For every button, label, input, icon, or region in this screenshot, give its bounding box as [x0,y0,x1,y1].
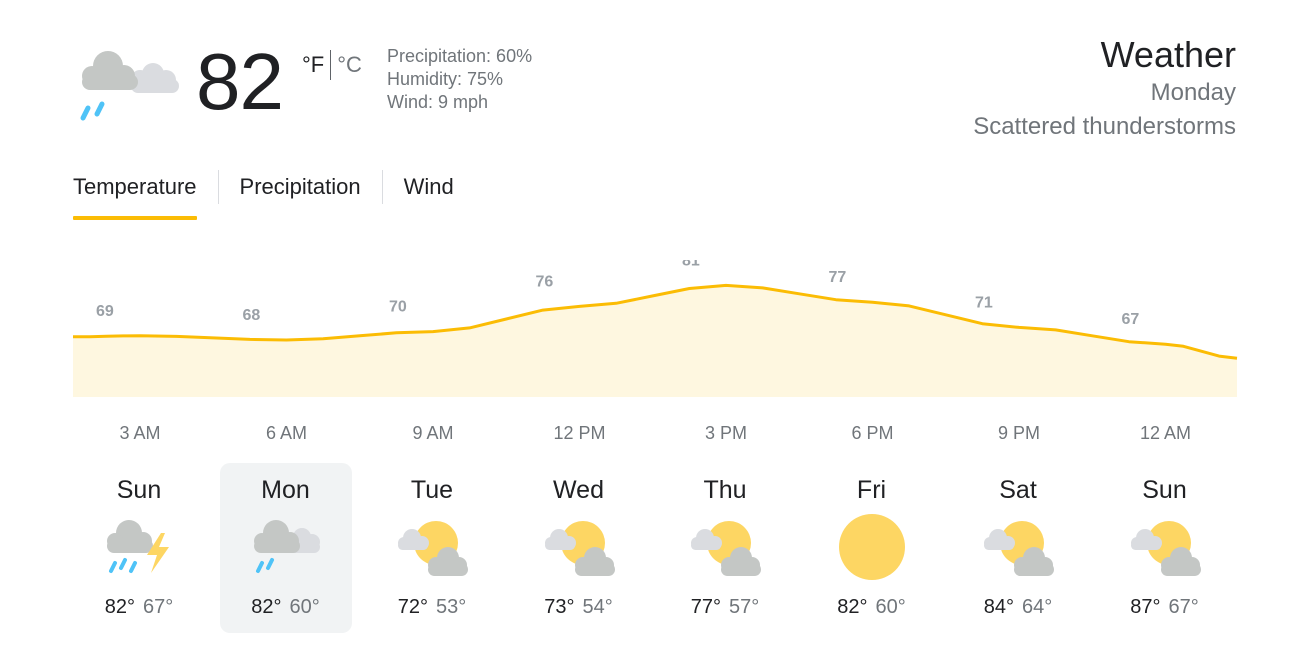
day-name: Sun [116,476,162,504]
precipitation-text: Precipitation: 60% [387,46,533,66]
high-temp: 73° [544,596,575,618]
sunny-icon [836,511,908,583]
day-temps: 82° 67° [73,594,205,620]
weather-header: Weather Monday Scattered thunderstorms [973,34,1236,144]
hour-label: 3 PM [704,423,748,443]
hour-label: 12 PM [553,423,606,443]
wind-text: Wind: 9 mph [387,92,489,112]
current-details: Precipitation: 60% Humidity: 75% Wind: 9… [387,45,532,114]
rain-cloud-icon [76,46,182,128]
tab-wind[interactable]: Wind [404,170,454,204]
rain-cloud-icon [250,511,322,583]
current-condition: Scattered thunderstorms [973,113,1236,140]
high-temp: 72° [397,596,428,618]
day-temps: 77° 57° [659,594,791,620]
forecast-day-thu[interactable]: Thu 77° 57° [659,463,791,633]
chart-data-label: 68 [243,307,261,324]
weather-title: Weather [1100,34,1236,75]
day-name: Sat [999,476,1037,504]
chart-area [73,285,1237,397]
low-temp: 67° [143,596,174,618]
partly-cloudy-icon [396,511,468,583]
hour-label: 9 AM [412,423,454,443]
low-temp: 64° [1022,596,1053,618]
hour-label: 3 AM [119,423,161,443]
day-temps: 72° 53° [366,594,498,620]
high-temp: 77° [690,596,721,618]
high-temp: 87° [1130,596,1161,618]
day-name: Wed [553,476,604,504]
tab-divider [381,170,383,204]
chart-data-label: 69 [96,303,114,320]
day-temps: 87° 67° [1099,594,1231,620]
day-name: Thu [703,476,747,504]
high-temp: 82° [837,596,868,618]
tab-temperature[interactable]: Temperature [73,170,197,220]
day-temps: 82° 60° [806,594,938,620]
chart-data-label: 76 [536,273,554,290]
chart-data-label: 67 [1122,311,1140,328]
day-temps: 73° 54° [513,594,645,620]
hour-label: 12 AM [1139,423,1192,443]
high-temp: 84° [983,596,1014,618]
hour-label: 6 PM [851,423,894,443]
forecast-day-wed[interactable]: Wed 73° 54° [513,463,645,633]
current-temperature: 82 [196,37,284,126]
temperature-chart: 69 68 70 76 81 77 71 67 [72,260,1238,397]
thunderstorm-icon [103,511,175,583]
partly-cloudy-icon [1129,511,1201,583]
chart-data-label: 77 [829,269,847,286]
celsius-toggle[interactable]: °C [337,51,362,79]
forecast-day-sun[interactable]: Sun 87° 67° [1099,463,1231,633]
tab-divider [217,170,219,204]
partly-cloudy-icon [982,511,1054,583]
tab-precipitation[interactable]: Precipitation [240,170,361,204]
current-day: Monday [1150,79,1236,106]
low-temp: 54° [582,596,613,618]
daily-forecast: Sun 82° 67° Mon 82° 60° Tue 72° 53° Wed … [67,463,1239,633]
partly-cloudy-icon [689,511,761,583]
forecast-day-sat[interactable]: Sat 84° 64° [952,463,1084,633]
forecast-day-sun[interactable]: Sun 82° 67° [73,463,205,633]
day-name: Fri [856,476,887,504]
low-temp: 60° [289,596,320,618]
low-temp: 57° [729,596,760,618]
day-name: Mon [261,476,310,504]
unit-toggle: °F °C [302,50,362,80]
hour-label: 9 PM [997,423,1041,443]
forecast-day-tue[interactable]: Tue 72° 53° [366,463,498,633]
unit-divider [330,50,332,80]
forecast-day-mon[interactable]: Mon 82° 60° [219,463,352,633]
low-temp: 60° [875,596,906,618]
high-temp: 82° [104,596,135,618]
day-temps: 84° 64° [952,594,1084,620]
low-temp: 67° [1168,596,1199,618]
chart-data-label: 71 [975,294,993,311]
humidity-text: Humidity: 75% [387,69,504,89]
low-temp: 53° [436,596,467,618]
day-name: Tue [410,476,454,504]
high-temp: 82° [251,596,282,618]
hour-label: 6 AM [265,423,308,443]
fahrenheit-toggle[interactable]: °F [302,51,324,79]
day-name: Sun [1142,476,1187,504]
day-temps: 82° 60° [220,594,352,620]
chart-tabs: Temperature Precipitation Wind [73,170,454,220]
chart-data-label: 81 [682,260,700,269]
chart-data-label: 70 [389,299,407,316]
hour-axis: 3 AM 6 AM 9 AM 12 PM 3 PM 6 PM 9 PM 12 AM [73,420,1237,446]
forecast-day-fri[interactable]: Fri 82° 60° [806,463,938,633]
partly-cloudy-icon [543,511,615,583]
